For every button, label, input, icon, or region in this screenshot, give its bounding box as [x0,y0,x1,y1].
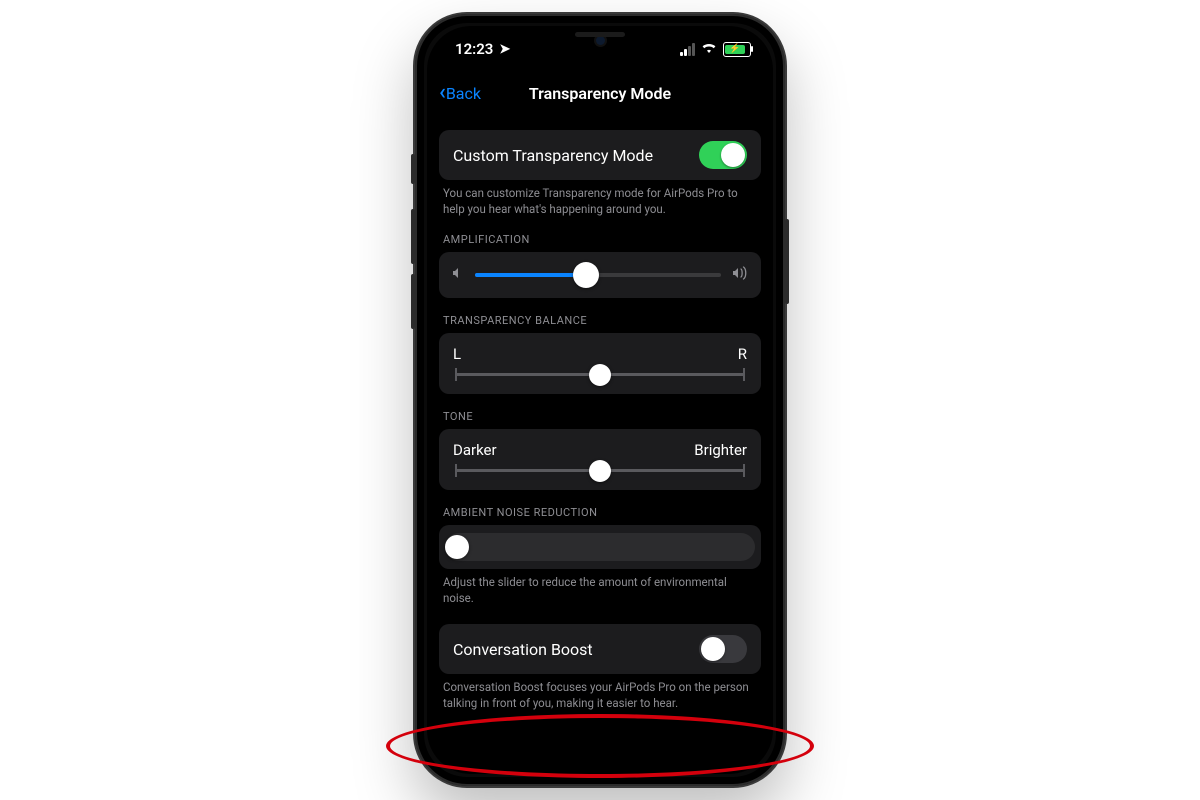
balance-slider[interactable] [455,373,745,376]
balance-knob[interactable] [589,364,611,386]
ambient-label: AMBIENT NOISE REDUCTION [443,506,757,519]
amplification-fill [475,273,586,277]
amplification-label: AMPLIFICATION [443,233,757,246]
tone-label: TONE [443,410,757,423]
amplification-slider[interactable] [475,273,721,277]
tone-slider[interactable] [455,469,745,472]
tone-right-label: Brighter [694,441,747,459]
ambient-footer: Adjust the slider to reduce the amount o… [443,575,757,606]
custom-transparency-toggle[interactable] [699,141,747,169]
wifi-icon [701,40,717,58]
conversation-boost-label: Conversation Boost [453,640,593,659]
balance-card: L R [439,333,761,394]
conversation-boost-toggle[interactable] [699,635,747,663]
balance-right-label: R [738,345,747,363]
volume-down-button [411,274,415,329]
custom-transparency-label: Custom Transparency Mode [453,146,653,165]
status-time: 12:23 [455,40,493,58]
screen: 12:23 ➤ ⚡ ‹ Back Trans [427,26,773,774]
battery-icon: ⚡ [723,42,751,57]
side-button [785,219,789,304]
speaker-high-icon [731,266,749,284]
notch [515,26,685,54]
phone-frame: 12:23 ➤ ⚡ ‹ Back Trans [413,12,787,788]
conversation-boost-footer: Conversation Boost focuses your AirPods … [443,680,757,711]
custom-transparency-row: Custom Transparency Mode [439,130,761,180]
tone-left-label: Darker [453,441,497,459]
amplification-knob[interactable] [573,262,599,288]
balance-label: TRANSPARENCY BALANCE [443,314,757,327]
tone-card: Darker Brighter [439,429,761,490]
balance-left-label: L [453,345,461,363]
custom-transparency-footer: You can customize Transparency mode for … [443,186,757,217]
page-title: Transparency Mode [427,84,773,103]
ambient-slider[interactable] [445,533,755,561]
location-icon: ➤ [499,42,510,57]
volume-up-button [411,209,415,264]
conversation-boost-row: Conversation Boost [439,624,761,674]
speaker-low-icon [451,266,465,284]
mute-switch [411,154,415,184]
tone-knob[interactable] [589,460,611,482]
ambient-card [439,525,761,569]
nav-bar: ‹ Back Transparency Mode [427,72,773,114]
ambient-knob[interactable] [445,535,469,559]
amplification-card [439,252,761,298]
settings-content[interactable]: Custom Transparency Mode You can customi… [427,116,773,774]
